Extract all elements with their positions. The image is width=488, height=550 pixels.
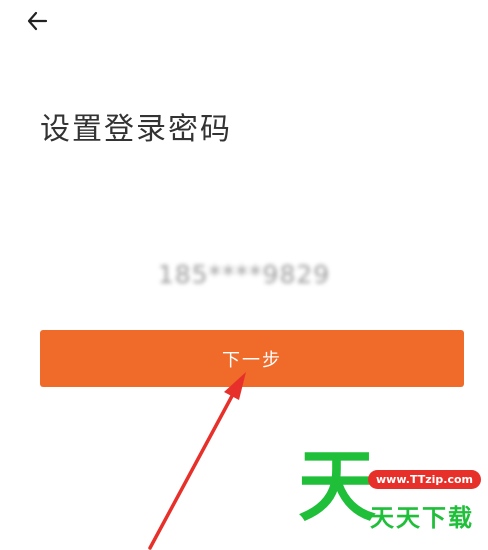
site-watermark: 天 www.TTzip.com 天天下载 [298, 448, 481, 536]
next-step-button[interactable]: 下一步 [40, 330, 464, 387]
arrow-left-icon [27, 11, 48, 31]
watermark-logo: 天 [298, 442, 377, 532]
page-title: 设置登录密码 [40, 112, 232, 147]
watermark-url: www.TTzip.com [368, 470, 481, 489]
masked-phone-number: 185****9829 [157, 260, 331, 289]
back-button[interactable] [22, 6, 52, 36]
watermark-name: 天天下载 [370, 504, 474, 532]
